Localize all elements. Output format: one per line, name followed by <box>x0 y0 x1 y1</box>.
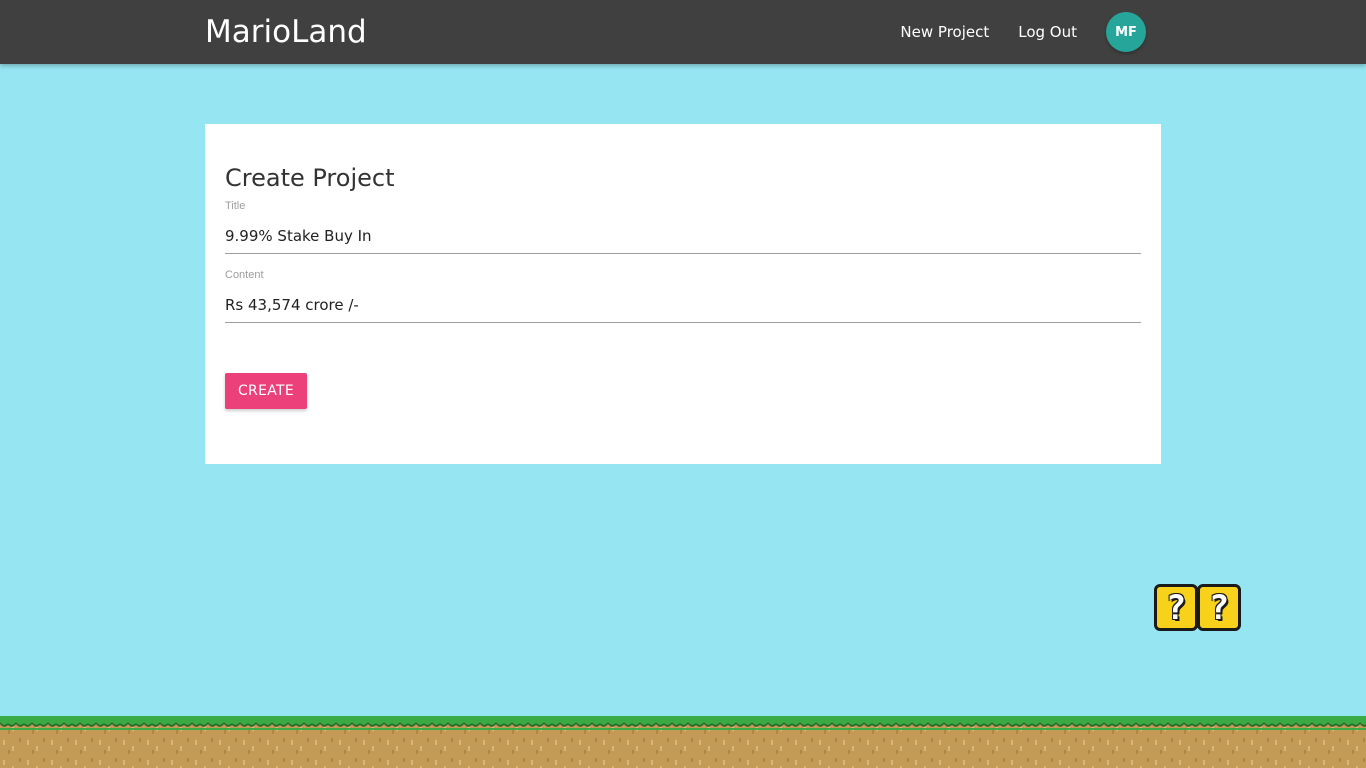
create-project-card: Create Project Title Content CREATE <box>205 124 1161 464</box>
question-block-icon: ? <box>1154 584 1198 631</box>
page-title: Create Project <box>225 164 395 192</box>
title-input[interactable] <box>225 218 1141 254</box>
nav-links: New Project Log Out MF <box>871 0 1146 64</box>
title-field-group: Title <box>225 200 1141 254</box>
nav-new-project-link[interactable]: New Project <box>900 23 989 41</box>
top-navbar: MarioLand New Project Log Out MF <box>0 0 1366 64</box>
title-label: Title <box>225 200 246 212</box>
create-button[interactable]: CREATE <box>225 373 307 409</box>
nav-log-out-link[interactable]: Log Out <box>1018 23 1077 41</box>
question-mark-glyph: ? <box>1165 587 1187 628</box>
user-avatar[interactable]: MF <box>1106 12 1146 52</box>
question-mark-glyph: ? <box>1208 587 1230 628</box>
question-block-icon: ? <box>1197 584 1241 631</box>
question-blocks: ? ? <box>1154 584 1241 631</box>
ground-terrain <box>0 716 1366 768</box>
content-label: Content <box>225 269 264 281</box>
brand-logo[interactable]: MarioLand <box>205 14 367 50</box>
content-field-group: Content <box>225 269 1141 323</box>
content-input[interactable] <box>225 287 1141 323</box>
